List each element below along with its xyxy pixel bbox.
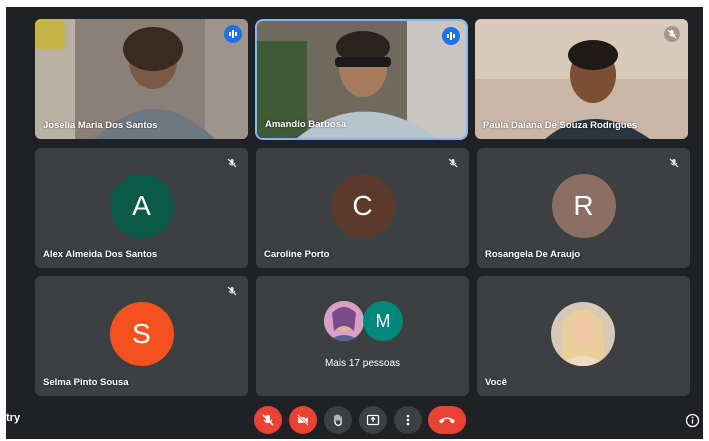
participant-name: Alex Almeida Dos Santos: [43, 249, 158, 260]
participant-name: Amandio Barbosa: [265, 119, 347, 130]
speaking-indicator-icon: [442, 27, 460, 45]
present-screen-icon: [366, 414, 380, 426]
participant-tile-self[interactable]: Você: [477, 276, 690, 396]
info-icon: [685, 413, 700, 428]
speaking-indicator-icon: [224, 25, 242, 43]
participant-tile-selma[interactable]: S Selma Pinto Sousa: [35, 276, 248, 396]
avatar: R: [551, 173, 616, 238]
avatar: A: [109, 173, 174, 238]
present-screen-button[interactable]: [359, 406, 387, 434]
mic-muted-icon: [666, 155, 682, 171]
mic-muted-icon: [224, 155, 240, 171]
participant-tile-paula[interactable]: Paula Daiana De Souza Rodrigues: [475, 19, 688, 139]
overflow-label: Mais 17 pessoas: [324, 358, 401, 369]
hang-up-icon: [439, 417, 455, 424]
participant-name: Paula Daiana De Souza Rodrigues: [483, 120, 638, 131]
meeting-window: Joselia Maria Dos Santos Amandio Barbosa: [6, 7, 703, 439]
avatar: S: [109, 301, 174, 366]
overflow-avatar-photo: [324, 301, 364, 341]
camera-off-button[interactable]: [289, 406, 317, 434]
participant-tile-caroline[interactable]: C Caroline Porto: [256, 148, 469, 268]
more-options-icon: [406, 414, 410, 426]
participant-tile-rosangela[interactable]: R Rosangela De Araujo: [477, 148, 690, 268]
raise-hand-icon: [334, 414, 342, 427]
avatar: C: [330, 173, 395, 238]
mic-muted-icon: [664, 26, 680, 42]
mic-off-icon: [262, 414, 274, 426]
participant-name: Joselia Maria Dos Santos: [43, 120, 158, 131]
more-options-button[interactable]: [394, 406, 422, 434]
participant-tile-amandio[interactable]: Amandio Barbosa: [257, 21, 466, 138]
participant-name: Selma Pinto Sousa: [43, 377, 129, 388]
overflow-avatar-initial: M: [363, 301, 403, 341]
participant-name: Rosangela De Araujo: [485, 249, 581, 260]
overflow-participants-tile[interactable]: M Mais 17 pessoas: [256, 276, 469, 396]
participant-name: Caroline Porto: [264, 249, 330, 260]
meeting-details-button[interactable]: [685, 413, 700, 428]
participant-tile-alex[interactable]: A Alex Almeida Dos Santos: [35, 148, 248, 268]
leave-call-button[interactable]: [428, 406, 466, 434]
mic-muted-icon: [224, 283, 240, 299]
raise-hand-button[interactable]: [324, 406, 352, 434]
participant-tile-joselia[interactable]: Joselia Maria Dos Santos: [35, 19, 248, 139]
mic-muted-icon: [445, 155, 461, 171]
mic-off-button[interactable]: [254, 406, 282, 434]
self-avatar-photo: [551, 302, 615, 366]
camera-off-icon: [297, 414, 309, 426]
meeting-info-text: try: [6, 412, 21, 424]
participant-name: Você: [485, 377, 508, 388]
